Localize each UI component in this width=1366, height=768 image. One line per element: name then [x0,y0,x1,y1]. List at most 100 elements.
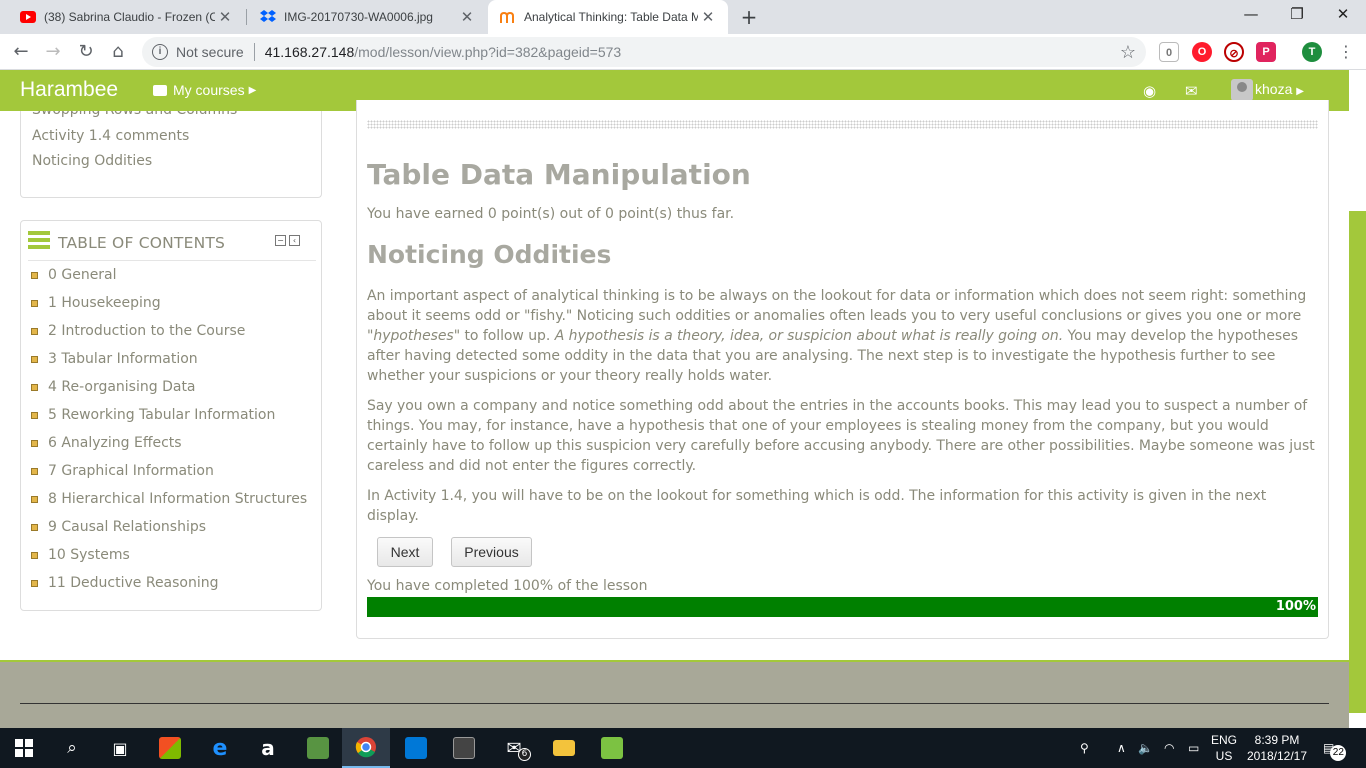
opera-icon[interactable]: O [1192,42,1212,62]
page-scrollbar[interactable] [1349,70,1366,728]
messages-icon[interactable]: ✉ [1185,82,1198,100]
store-icon[interactable] [146,728,194,768]
edge-icon[interactable]: e [196,728,244,768]
action-center-icon[interactable]: ▤ 22 [1323,728,1347,768]
file-explorer-icon[interactable] [540,728,588,768]
progress-label: 100% [1275,599,1316,614]
language-indicator[interactable]: ENG US [1208,732,1240,764]
extension-icon[interactable]: 0 [1159,42,1179,62]
toc-item[interactable]: 0 General [31,267,117,283]
toc-item[interactable]: 5 Reworking Tabular Information [31,407,275,423]
close-tab-icon[interactable]: ✕ [698,8,718,26]
previous-button[interactable]: Previous [451,537,532,567]
toc-item[interactable]: 7 Graphical Information [31,463,214,479]
profile-avatar[interactable]: T [1302,42,1322,62]
block-icon[interactable]: ⊘ [1224,42,1244,62]
toc-item[interactable]: 2 Introduction to the Course [31,323,245,339]
paragraph-2: Say you own a company and notice somethi… [367,398,1315,474]
bullet-icon [31,383,38,391]
toc-item-label: 5 Reworking Tabular Information [48,407,276,423]
avatar[interactable] [1231,79,1253,101]
toc-item[interactable]: 8 Hierarchical Information Structures [31,491,307,507]
extension-badge: 0 [1165,47,1173,59]
toc-item-label: 8 Hierarchical Information Structures [48,491,308,507]
caret-right-icon: ▶ [1296,86,1304,97]
lesson-content: Table Data Manipulation You have earned … [356,100,1329,639]
toc-item[interactable]: 4 Re-organising Data [31,379,196,395]
bullet-icon [31,299,38,307]
address-bar[interactable]: i Not secure 41.168.27.148 /mod/lesson/v… [142,37,1146,67]
close-window-icon[interactable]: ✕ [1320,0,1366,30]
toc-item[interactable]: 10 Systems [31,547,130,563]
mail-icon[interactable]: ✉ 6 [490,728,538,768]
pinterest-extension-icon[interactable]: P [1256,42,1276,62]
browser-tab-active[interactable]: Analytical Thinking: Table Data M ✕ [488,0,728,34]
people-icon[interactable]: ⚲ [1080,728,1089,768]
bullet-icon [31,495,38,503]
close-tab-icon[interactable]: ✕ [457,8,477,26]
tripadvisor-icon[interactable] [294,728,342,768]
lesson-link[interactable]: Noticing Oddities [32,153,152,169]
progress-fill [367,597,1318,617]
menu-kebab-icon[interactable]: ⋮ [1333,39,1359,65]
close-tab-icon[interactable]: ✕ [215,8,235,26]
system-clock[interactable]: 8:39 PM 2018/12/17 [1245,732,1309,764]
security-status: Not secure [176,44,244,60]
toc-item[interactable]: 3 Tabular Information [31,351,198,367]
hamburger-icon [28,231,50,249]
windows-taskbar: ⌕ ▣ e a ✉ 6 ⚲ ∧ 🔈 ◠ ▭ ENG US 8:39 PM 2018/1… [0,728,1366,768]
sync-app-icon[interactable] [588,728,636,768]
bullet-icon [31,271,38,279]
tray-overflow-icon[interactable]: ∧ [1117,728,1126,768]
bullet-icon [31,439,38,447]
bookmark-star-icon[interactable]: ☆ [1120,42,1136,63]
toc-header: TABLE OF CONTENTS − ‹ [28,231,316,261]
url-path: /mod/lesson/view.php?id=382&pageid=573 [354,44,622,60]
toc-item-label: 0 General [48,267,117,283]
site-brand-overlay[interactable]: Harambee [20,78,118,102]
dock-icon[interactable]: ‹ [289,235,300,246]
search-icon[interactable]: ⌕ [48,728,96,768]
home-icon[interactable]: ⌂ [105,39,131,65]
toc-item-label: 1 Housekeeping [48,295,161,311]
back-icon[interactable]: ← [8,39,34,65]
chrome-icon[interactable] [342,728,390,768]
forward-icon[interactable]: → [40,39,66,65]
tab-title: Analytical Thinking: Table Data M [524,10,698,24]
volume-icon[interactable]: 🔈 [1138,728,1153,768]
reload-icon[interactable]: ↻ [73,39,99,65]
toc-item-label: 7 Graphical Information [48,463,214,479]
toc-item[interactable]: 6 Analyzing Effects [31,435,182,451]
tab-title: (38) Sabrina Claudio - Frozen (Of [44,10,215,24]
scrollbar-thumb[interactable] [1349,211,1366,713]
browser-tab-dropbox[interactable]: IMG-20170730-WA0006.jpg ✕ [240,0,487,34]
restore-icon[interactable]: ❐ [1274,0,1320,30]
toc-item[interactable]: 11 Deductive Reasoning [31,575,219,591]
notifications-icon[interactable]: ◉ [1143,82,1156,100]
user-menu[interactable]: khoza ▶ [1255,81,1304,97]
info-icon[interactable]: i [152,44,168,60]
task-view-icon[interactable]: ▣ [96,728,144,768]
collapse-icon[interactable]: − [275,235,286,246]
calendar-app-icon[interactable] [440,728,488,768]
remote-desktop-icon[interactable] [392,728,440,768]
emphasis: hypotheses [373,328,454,344]
windows-start-icon[interactable] [0,728,48,768]
omnibox-divider [253,43,255,61]
lesson-link[interactable]: Activity 1.4 comments [32,128,189,144]
minimize-icon[interactable]: — [1228,0,1274,30]
battery-icon[interactable]: ▭ [1188,728,1199,768]
toc-item-label: 10 Systems [48,547,130,563]
next-button[interactable]: Next [377,537,433,567]
my-courses-menu-overlay[interactable]: My courses ▶ [153,82,256,98]
toc-item[interactable]: 9 Causal Relationships [31,519,206,535]
new-tab-button[interactable]: + [737,4,761,30]
completion-text: You have completed 100% of the lesson [367,578,648,594]
amazon-icon[interactable]: a [244,728,292,768]
bullet-icon [31,327,38,335]
youtube-icon [20,9,36,25]
toc-item[interactable]: 1 Housekeeping [31,295,161,311]
browser-tab-youtube[interactable]: (38) Sabrina Claudio - Frozen (Of ✕ [0,0,245,34]
wifi-icon[interactable]: ◠ [1164,728,1174,768]
progress-bar: 100% [367,597,1318,617]
